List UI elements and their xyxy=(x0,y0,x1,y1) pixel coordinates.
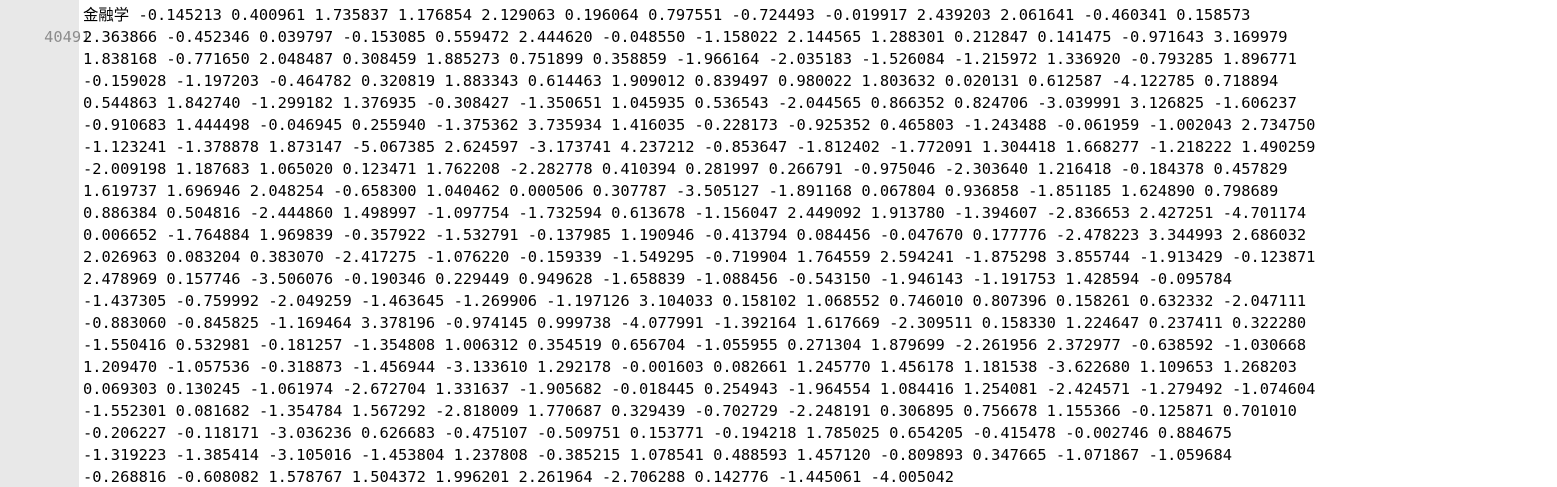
text-line: 1.619737 1.696946 2.048254 -0.658300 1.0… xyxy=(83,182,1279,200)
text-line: -2.009198 1.187683 1.065020 0.123471 1.7… xyxy=(83,160,1288,178)
text-line: 1.209470 -1.057536 -0.318873 -1.456944 -… xyxy=(83,358,1297,376)
text-line: 1.838168 -0.771650 2.048487 0.308459 1.8… xyxy=(83,50,1297,68)
text-line: 0.544863 1.842740 -1.299182 1.376935 -0.… xyxy=(83,94,1297,112)
text-line: 0.006652 -1.764884 1.969839 -0.357922 -1… xyxy=(83,226,1307,244)
text-line: 0.069303 0.130245 -1.061974 -2.672704 1.… xyxy=(83,380,1316,398)
text-editor[interactable]: 40491 金融学 -0.145213 0.400961 1.735837 1.… xyxy=(0,0,1557,487)
text-line: -1.552301 0.081682 -1.354784 1.567292 -2… xyxy=(83,402,1297,420)
word-token: 金融学 xyxy=(83,6,130,24)
text-line: -1.123241 -1.378878 1.873147 -5.067385 2… xyxy=(83,138,1316,156)
text-line: -0.883060 -0.845825 -1.169464 3.378196 -… xyxy=(83,314,1307,332)
text-line: -1.437305 -0.759992 -2.049259 -1.463645 … xyxy=(83,292,1307,310)
text-line: -1.550416 0.532981 -0.181257 -1.354808 1… xyxy=(83,336,1307,354)
text-line: 2.026963 0.083204 0.383070 -2.417275 -1.… xyxy=(83,248,1316,266)
text-line: 2.363866 -0.452346 0.039797 -0.153085 0.… xyxy=(83,28,1288,46)
vector-values: -0.145213 0.400961 1.735837 1.176854 2.1… xyxy=(129,6,1251,24)
editor-text-area[interactable]: 金融学 -0.145213 0.400961 1.735837 1.176854… xyxy=(79,0,1557,487)
text-line: -0.206227 -0.118171 -3.036236 0.626683 -… xyxy=(83,424,1232,442)
text-line: -0.268816 -0.608082 1.578767 1.504372 1.… xyxy=(83,468,954,486)
line-number-gutter: 40491 xyxy=(0,0,90,487)
text-line: -1.319223 -1.385414 -3.105016 -1.453804 … xyxy=(83,446,1232,464)
text-line: -0.159028 -1.197203 -0.464782 0.320819 1… xyxy=(83,72,1279,90)
text-line: 0.886384 0.504816 -2.444860 1.498997 -1.… xyxy=(83,204,1307,222)
text-line: -0.910683 1.444498 -0.046945 0.255940 -1… xyxy=(83,116,1316,134)
text-line: 2.478969 0.157746 -3.506076 -0.190346 0.… xyxy=(83,270,1232,288)
text-line: 金融学 -0.145213 0.400961 1.735837 1.176854… xyxy=(83,4,1557,26)
